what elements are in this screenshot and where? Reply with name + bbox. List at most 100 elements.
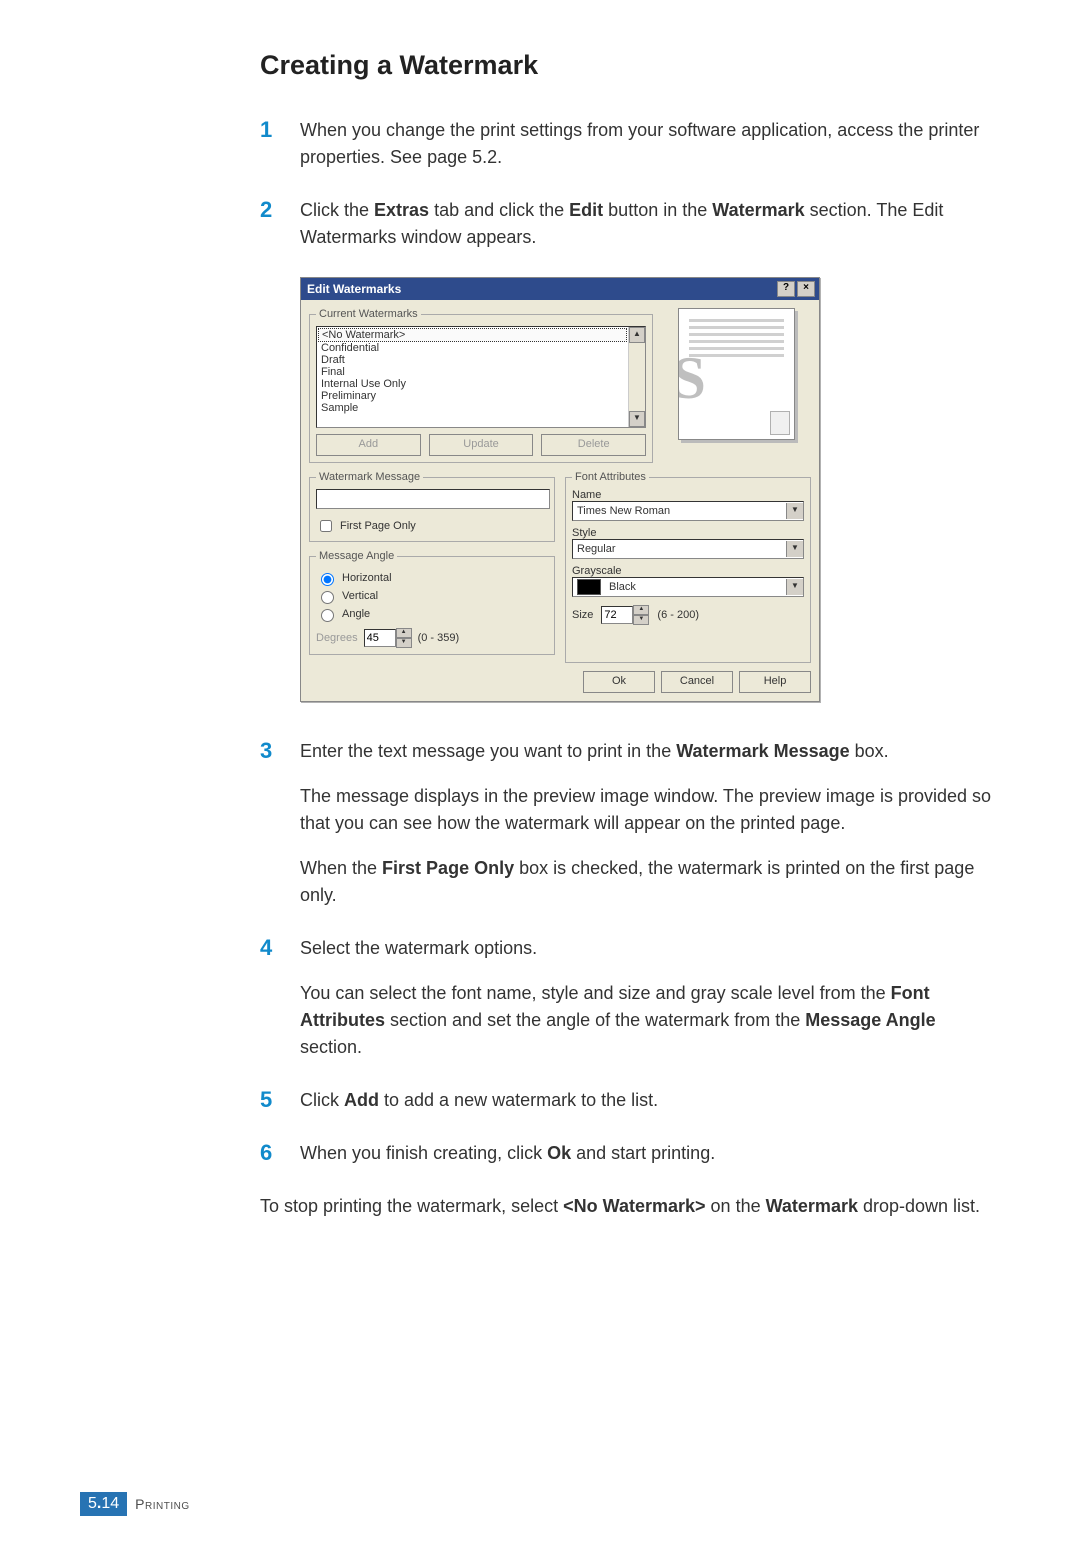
grayscale-label: Grayscale [572,565,804,577]
close-icon[interactable]: × [797,281,815,297]
text: and start printing. [571,1143,715,1163]
step-number: 4 [260,935,300,961]
ok-button[interactable]: Ok [583,671,655,693]
text-bold: Watermark [712,200,804,220]
list-item[interactable]: Sample [318,402,627,414]
spin-up-icon[interactable]: ▲ [633,605,649,615]
step-5: 5 Click Add to add a new watermark to th… [260,1087,1000,1114]
color-swatch [577,579,601,595]
radio-label: Angle [342,608,370,620]
select-value: Times New Roman [573,505,786,517]
text-bold: Ok [547,1143,571,1163]
text-bold: First Page Only [382,858,514,878]
font-style-select[interactable]: Regular ▼ [572,539,804,559]
select-value: Regular [573,543,786,555]
spin-down-icon[interactable]: ▼ [633,615,649,625]
help-icon[interactable]: ? [777,281,795,297]
size-spinner[interactable]: ▲▼ [601,605,649,625]
page-number-badge: 5.14 [80,1492,127,1516]
paper-icon [770,411,790,435]
step-2-text: Click the Extras tab and click the Edit … [300,197,1000,251]
style-label: Style [572,527,804,539]
degrees-range: (0 - 359) [418,632,460,644]
step-4-p1: Select the watermark options. [300,935,1000,962]
page-footer: 5.14 Printing [80,1492,190,1516]
text: to add a new watermark to the list. [379,1090,658,1110]
radio[interactable] [321,573,334,586]
help-button[interactable]: Help [739,671,811,693]
add-button[interactable]: Add [316,434,421,456]
grayscale-select[interactable]: Black ▼ [572,577,804,597]
text: section and set the angle of the waterma… [385,1010,805,1030]
watermark-message-input[interactable] [316,489,550,509]
chevron-down-icon[interactable]: ▼ [786,503,803,519]
text-bold: Message Angle [805,1010,935,1030]
step-2: 2 Click the Extras tab and click the Edi… [260,197,1000,251]
watermark-listbox[interactable]: <No Watermark> Confidential Draft Final … [316,326,646,428]
list-item[interactable]: Final [318,366,627,378]
scroll-down-icon[interactable]: ▼ [629,411,645,427]
first-page-only-checkbox[interactable]: First Page Only [316,517,548,535]
spin-down-icon[interactable]: ▼ [396,638,412,648]
preview-page: S [678,308,795,440]
update-button[interactable]: Update [429,434,534,456]
scroll-up-icon[interactable]: ▲ [629,327,645,343]
text: Click [300,1090,344,1110]
preview-pane: S [661,308,811,471]
radio-angle[interactable]: Angle [316,606,548,622]
step-number: 5 [260,1087,300,1113]
text: To stop printing the watermark, select [260,1196,563,1216]
degrees-label: Degrees [316,632,358,644]
list-item[interactable]: Draft [318,354,627,366]
step-number: 3 [260,738,300,764]
group-legend: Font Attributes [572,471,649,483]
degrees-input[interactable] [364,629,396,647]
chevron-down-icon[interactable]: ▼ [786,541,803,557]
text: section. [300,1037,362,1057]
step-3: 3 Enter the text message you want to pri… [260,738,1000,909]
dialog-title: Edit Watermarks [307,282,775,296]
text-bold: Add [344,1090,379,1110]
step-1-text: When you change the print settings from … [300,117,1000,171]
list-item[interactable]: Internal Use Only [318,378,627,390]
scrollbar[interactable]: ▲ ▼ [628,327,645,427]
select-value: Black [573,579,786,595]
delete-button[interactable]: Delete [541,434,646,456]
step-3-p3: When the First Page Only box is checked,… [300,855,1000,909]
text-bold: Extras [374,200,429,220]
step-6-text: When you finish creating, click Ok and s… [300,1140,1000,1167]
size-label: Size [572,609,593,621]
text: on the [706,1196,766,1216]
step-number: 2 [260,197,300,223]
group-legend: Message Angle [316,550,397,562]
step-number: 6 [260,1140,300,1166]
font-name-select[interactable]: Times New Roman ▼ [572,501,804,521]
dialog-titlebar: Edit Watermarks ? × [301,278,819,300]
text-bold: Watermark Message [676,741,849,761]
radio[interactable] [321,591,334,604]
text: tab and click the [429,200,569,220]
step-3-p1: Enter the text message you want to print… [300,738,1000,765]
message-angle-group: Message Angle Horizontal Vertical Angle … [309,550,555,655]
text: button in the [603,200,712,220]
spin-up-icon[interactable]: ▲ [396,628,412,638]
degrees-spinner[interactable]: ▲▼ [364,628,412,648]
checkbox[interactable] [320,520,332,532]
watermark-message-group: Watermark Message First Page Only [309,471,555,542]
cancel-button[interactable]: Cancel [661,671,733,693]
step-number: 1 [260,117,300,143]
radio-horizontal[interactable]: Horizontal [316,570,548,586]
group-legend: Watermark Message [316,471,423,483]
edit-watermarks-dialog: Edit Watermarks ? × Current Watermarks <… [300,277,820,702]
radio-vertical[interactable]: Vertical [316,588,548,604]
text: Enter the text message you want to print… [300,741,676,761]
preview-watermark: S [678,344,706,413]
radio[interactable] [321,609,334,622]
chevron-down-icon[interactable]: ▼ [786,579,803,595]
list-item[interactable]: Confidential [318,342,627,354]
list-item[interactable]: Preliminary [318,390,627,402]
font-attributes-group: Font Attributes Name Times New Roman ▼ S… [565,471,811,663]
size-input[interactable] [601,606,633,624]
list-item[interactable]: <No Watermark> [318,328,627,342]
text: Click the [300,200,374,220]
